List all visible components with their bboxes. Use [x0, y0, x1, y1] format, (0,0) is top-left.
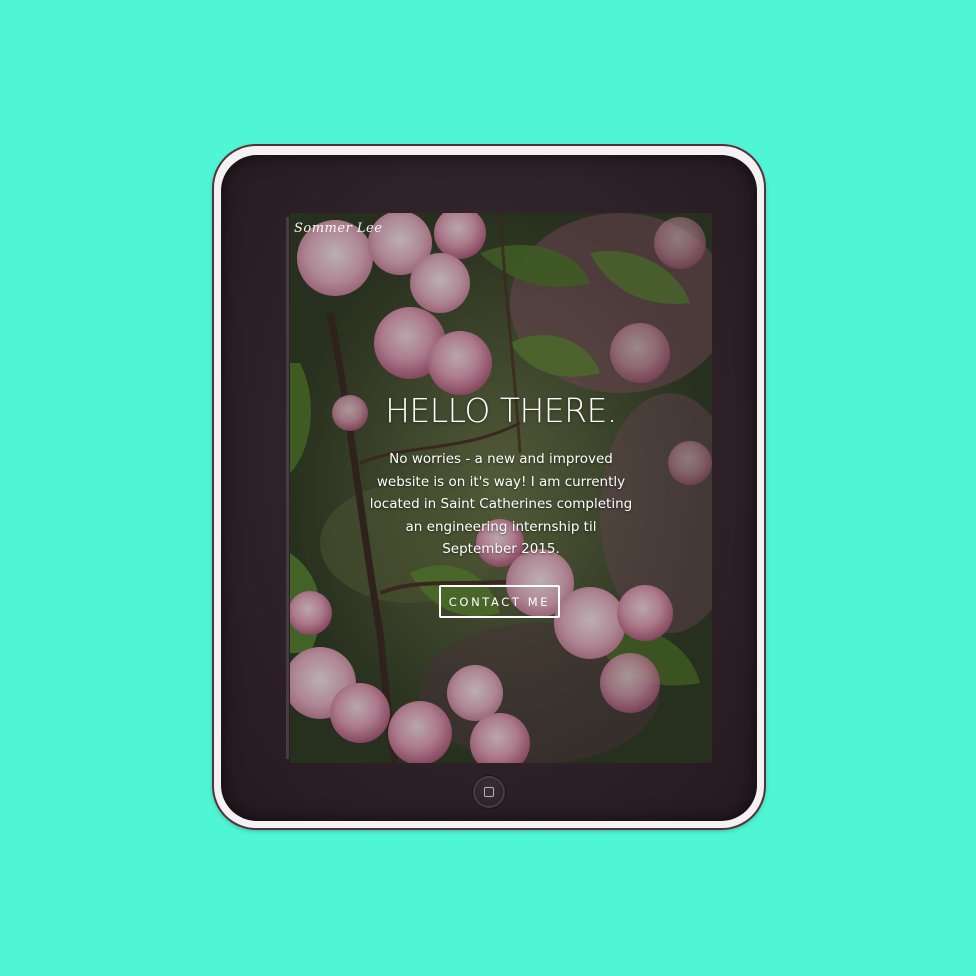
- home-square-icon: [484, 787, 494, 797]
- site-logo[interactable]: Sommer Lee: [294, 221, 382, 236]
- hero-message: No worries - a new and improved website …: [369, 451, 633, 557]
- page-title: HELLO THERE.: [385, 391, 617, 430]
- tablet-screen: Sommer Lee HELLO THERE. No worries - a n…: [290, 213, 712, 763]
- page-background: Sommer Lee HELLO THERE. No worries - a n…: [0, 0, 976, 976]
- home-button[interactable]: [473, 776, 505, 808]
- contact-me-button[interactable]: CONTACT ME: [439, 585, 560, 618]
- screen-edge: [286, 217, 289, 759]
